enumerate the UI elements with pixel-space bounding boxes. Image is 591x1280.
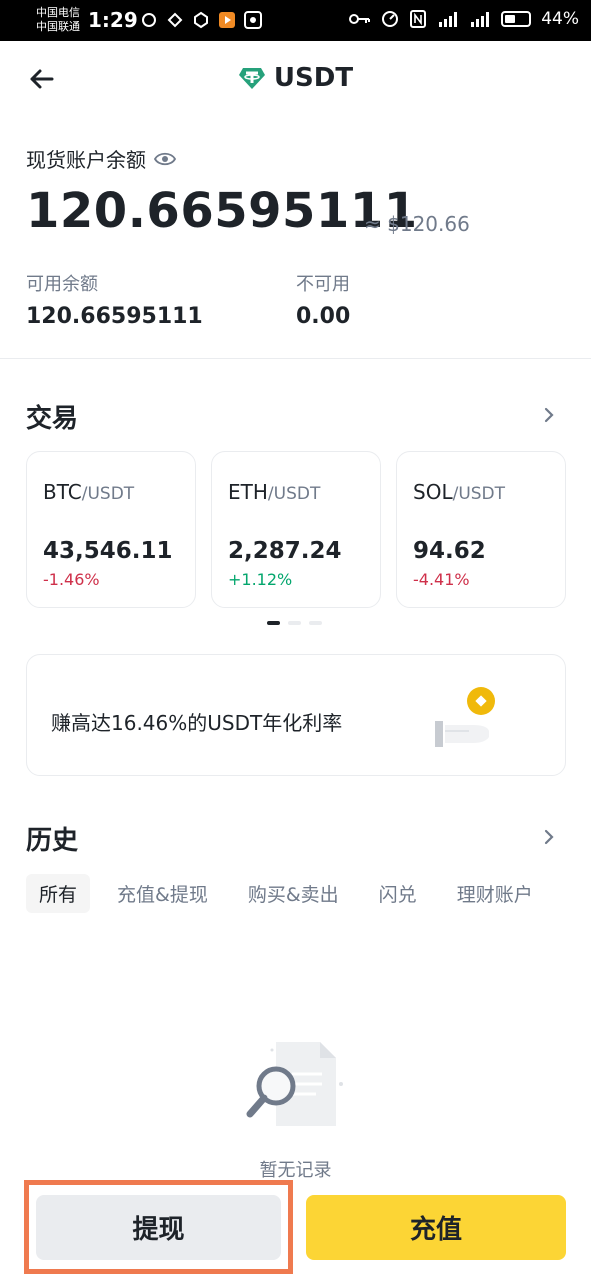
earn-promo-banner[interactable]: 赚高达16.46%的USDT年化利率	[26, 654, 566, 776]
carrier-1: 中国电信	[36, 6, 80, 19]
unavailable-label: 不可用	[296, 274, 350, 295]
system-icons: 44%	[349, 9, 579, 29]
speedometer-icon	[382, 11, 399, 27]
market-price: 94.62	[413, 538, 486, 564]
market-quote: /USDT	[267, 484, 321, 504]
history-chevron-right-icon[interactable]	[541, 826, 557, 848]
signal-4g-icon	[439, 12, 458, 27]
market-base: BTC	[43, 480, 82, 504]
page-title: USDT	[273, 63, 354, 93]
total-balance: 120.66595111	[26, 183, 418, 239]
market-price: 2,287.24	[228, 538, 342, 564]
empty-state-text: 暂无记录	[259, 1160, 332, 1181]
market-card-sol[interactable]: SOL/USDT 94.62 -4.41%	[396, 451, 566, 608]
market-change: -4.41%	[413, 570, 470, 589]
market-card-eth[interactable]: ETH/USDT 2,287.24 +1.12%	[211, 451, 381, 608]
promo-text: 赚高达16.46%的USDT年化利率	[51, 711, 343, 735]
battery-percent: 44%	[541, 9, 579, 29]
history-tabs: 所有 充值&提现 购买&卖出 闪兑 理财账户	[26, 874, 560, 913]
status-bar: 中国电信 中国联通 1:29 44%	[0, 0, 591, 41]
market-base: SOL	[413, 480, 453, 504]
nfc-icon	[410, 10, 427, 28]
eye-icon[interactable]	[154, 148, 176, 170]
carousel-dot-active	[267, 621, 280, 625]
key-icon	[349, 14, 371, 24]
carrier-info: 中国电信 中国联通	[36, 6, 80, 34]
trade-chevron-right-icon[interactable]	[541, 404, 557, 426]
signal-4g-icon	[471, 12, 490, 27]
market-quote: /USDT	[452, 484, 506, 504]
battery-icon	[501, 11, 532, 27]
app-notification-icon	[194, 11, 208, 29]
spot-balance-label: 现货账户余额	[26, 148, 146, 172]
market-pair: ETH/USDT	[228, 480, 320, 504]
coin-in-hand-icon	[435, 687, 495, 747]
market-pair: SOL/USDT	[413, 480, 505, 504]
carousel-dot	[288, 621, 301, 625]
unavailable-value: 0.00	[296, 304, 351, 329]
tether-icon	[238, 68, 265, 89]
market-change: -1.46%	[43, 570, 100, 589]
market-change: +1.12%	[228, 570, 293, 589]
section-divider	[0, 358, 591, 359]
market-card-btc[interactable]: BTC/USDT 43,546.11 -1.46%	[26, 451, 196, 608]
history-section-title: 历史	[26, 826, 79, 856]
balance-usd-approx: ≈ $120.66	[364, 212, 470, 236]
app-notification-icon	[244, 11, 262, 29]
carousel-indicator	[267, 621, 322, 625]
tab-convert[interactable]: 闪兑	[366, 874, 430, 913]
market-pair: BTC/USDT	[43, 480, 134, 504]
available-value: 120.66595111	[26, 304, 203, 329]
app-notification-icon	[167, 12, 183, 28]
spot-balance-label-group: 现货账户余额	[26, 144, 176, 173]
page-title-group: USDT	[0, 63, 591, 93]
tab-earn-account[interactable]: 理财账户	[444, 874, 546, 913]
video-app-icon	[219, 12, 235, 28]
no-records-icon	[246, 1042, 343, 1126]
tab-buy-sell[interactable]: 购买&卖出	[235, 874, 352, 913]
notification-icons	[140, 11, 262, 29]
carrier-2: 中国联通	[36, 20, 80, 33]
app-notification-icon	[142, 13, 156, 27]
available-label: 可用余额	[26, 274, 98, 295]
market-base: ETH	[228, 480, 268, 504]
deposit-button[interactable]: 充值	[306, 1195, 566, 1260]
app-header: USDT	[0, 41, 591, 117]
carousel-dot	[309, 621, 322, 625]
market-quote: /USDT	[81, 484, 135, 504]
trade-section-title: 交易	[26, 404, 79, 434]
withdraw-button[interactable]: 提现	[36, 1195, 281, 1260]
tab-deposit-withdraw[interactable]: 充值&提现	[104, 874, 221, 913]
market-price: 43,546.11	[43, 538, 173, 564]
status-time: 1:29	[88, 8, 138, 32]
tab-all[interactable]: 所有	[26, 874, 91, 913]
